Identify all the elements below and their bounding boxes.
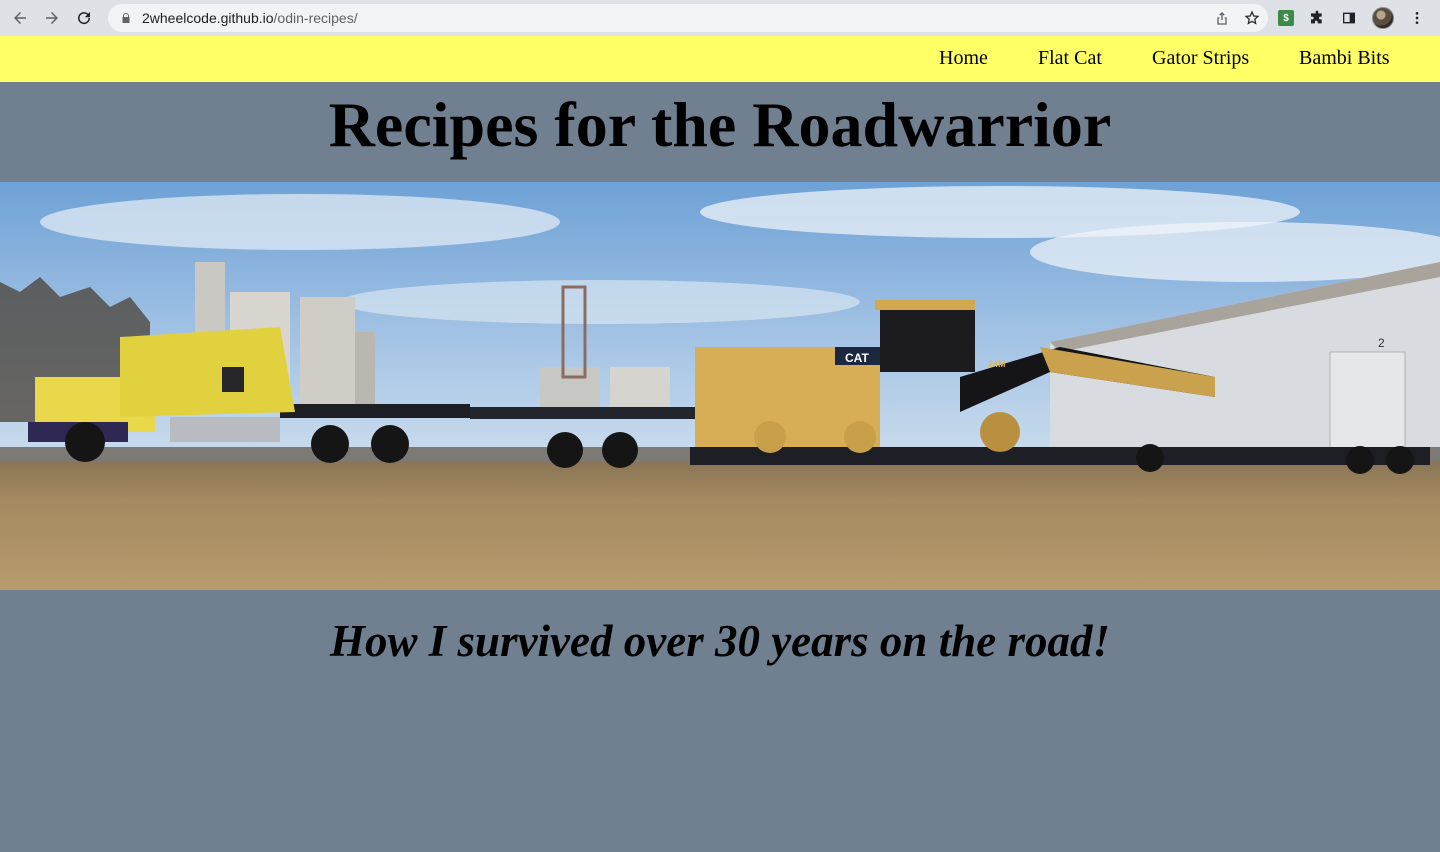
share-icon[interactable]: [1214, 10, 1230, 26]
hero-image: 2 CAT 24M: [0, 182, 1440, 590]
menu-icon[interactable]: [1408, 9, 1426, 27]
lock-icon: [120, 11, 134, 25]
nav-link-bambi-bits[interactable]: Bambi Bits: [1299, 47, 1390, 70]
address-bar[interactable]: 2wheelcode.github.io/odin-recipes/: [108, 4, 1268, 32]
forward-button[interactable]: [36, 0, 68, 36]
star-icon[interactable]: [1244, 10, 1260, 26]
browser-toolbar: 2wheelcode.github.io/odin-recipes/ $: [0, 0, 1440, 36]
forward-icon: [46, 12, 58, 24]
machine-label: 24M: [988, 359, 1006, 369]
reload-button[interactable]: [68, 0, 100, 36]
avatar[interactable]: [1372, 7, 1394, 29]
nav-link-gator-strips[interactable]: Gator Strips: [1152, 47, 1249, 70]
reload-icon: [78, 12, 91, 25]
back-icon: [14, 12, 26, 24]
site-nav: Home Flat Cat Gator Strips Bambi Bits: [0, 36, 1440, 82]
cat-logo: CAT: [845, 351, 869, 365]
extensions-icon[interactable]: [1308, 9, 1326, 27]
nav-link-flat-cat[interactable]: Flat Cat: [1038, 47, 1102, 70]
page-title: Recipes for the Roadwarrior: [328, 89, 1112, 160]
nav-link-home[interactable]: Home: [939, 47, 988, 70]
url-host: 2wheelcode.github.io: [142, 10, 274, 26]
back-button[interactable]: [4, 0, 36, 36]
page-subtitle: How I survived over 30 years on the road…: [330, 616, 1110, 666]
extension-badge[interactable]: $: [1278, 10, 1294, 26]
url-path: /odin-recipes/: [273, 10, 358, 26]
door-number: 2: [1378, 336, 1385, 350]
sidepanel-icon[interactable]: [1340, 9, 1358, 27]
